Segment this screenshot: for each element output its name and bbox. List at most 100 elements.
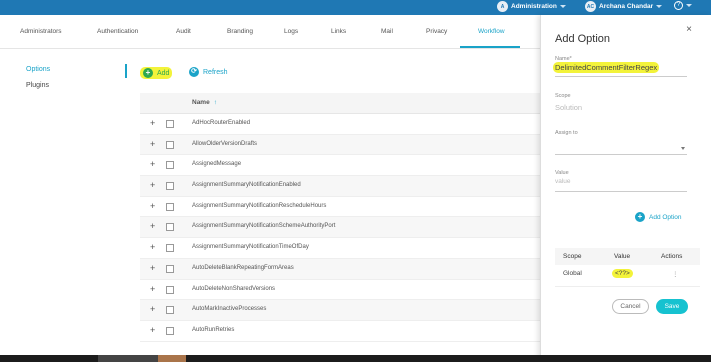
user-avatar: AC xyxy=(585,1,596,12)
row-checkbox[interactable] xyxy=(166,140,174,149)
row-name: AutoDeleteNonSharedVersions xyxy=(192,285,276,292)
actions-column-header: Actions xyxy=(661,253,683,260)
admin-avatar: A xyxy=(497,1,508,12)
add-option-button[interactable]: + Add Option xyxy=(635,212,682,222)
assign-to-label: Assign to xyxy=(555,130,578,136)
tab-authentication[interactable]: Authentication xyxy=(97,28,138,35)
table-row[interactable]: + AssignedMessage xyxy=(140,155,540,177)
expand-icon[interactable]: + xyxy=(150,119,155,128)
expand-icon[interactable]: + xyxy=(150,284,155,294)
add-option-label: Add Option xyxy=(649,213,682,221)
more-actions-icon[interactable]: ⋮ xyxy=(672,270,679,278)
row-name: AssignmentSummaryNotificationSchemeAutho… xyxy=(192,223,336,230)
table-row[interactable]: + AutoDeleteBlankRepeatingFormAreas xyxy=(140,258,540,280)
expand-icon[interactable]: + xyxy=(150,243,155,252)
expand-icon[interactable]: + xyxy=(150,181,155,190)
add-label: Add xyxy=(157,69,170,77)
row-checkbox[interactable] xyxy=(166,306,174,315)
help-menu[interactable]: ? xyxy=(674,1,692,10)
row-checkbox[interactable] xyxy=(166,264,174,273)
save-button[interactable]: Save xyxy=(656,299,688,314)
sort-asc-icon: ↑ xyxy=(213,99,217,106)
row-name: AssignmentSummaryNotificationRescheduleH… xyxy=(192,202,327,209)
refresh-button[interactable]: ⟳ Refresh xyxy=(189,67,228,77)
expand-icon[interactable]: + xyxy=(150,325,155,335)
tab-mail[interactable]: Mail xyxy=(381,28,393,35)
refresh-label: Refresh xyxy=(203,68,228,76)
row-checkbox[interactable] xyxy=(166,326,174,335)
user-menu[interactable]: AC Archana Chandar xyxy=(585,1,663,12)
table-row[interactable]: + AssignmentSummaryNotificationEnabled xyxy=(140,176,540,197)
plus-circle-icon: + xyxy=(635,212,645,222)
tab-privacy[interactable]: Privacy xyxy=(426,28,447,35)
bottom-bar xyxy=(0,355,711,362)
value-column-header: Value xyxy=(614,253,631,260)
tab-logs[interactable]: Logs xyxy=(284,28,298,35)
admin-menu[interactable]: A Administration xyxy=(497,1,566,12)
row-name: AssignmentSummaryNotificationTimeOfDay xyxy=(192,244,309,251)
refresh-icon: ⟳ xyxy=(189,67,199,77)
active-tab-indicator xyxy=(460,46,520,48)
close-icon[interactable]: × xyxy=(686,24,692,35)
add-button[interactable]: + Add xyxy=(140,67,173,79)
table-row[interactable]: + AutoRunRetries xyxy=(140,321,540,342)
row-name: AssignmentSummaryNotificationEnabled xyxy=(192,182,301,189)
row-name: AutoDeleteBlankRepeatingFormAreas xyxy=(192,264,294,271)
name-field[interactable]: DelimitedCommentFilterRegex xyxy=(553,62,660,73)
chevron-down-icon[interactable] xyxy=(681,147,685,150)
row-checkbox[interactable] xyxy=(166,161,174,170)
table-row[interactable]: + AllowOlderVersionDrafts xyxy=(140,134,540,156)
expand-icon[interactable]: + xyxy=(150,201,155,211)
expand-icon[interactable]: + xyxy=(150,160,155,169)
chevron-down-icon xyxy=(686,4,692,7)
row-checkbox[interactable] xyxy=(166,223,174,232)
tab-branding[interactable]: Branding xyxy=(227,28,253,35)
expand-icon[interactable]: + xyxy=(150,305,155,314)
admin-label: Administration xyxy=(511,3,557,10)
grid-header: Name ↑ xyxy=(140,93,540,114)
table-row[interactable]: + AssignmentSummaryNotificationReschedule… xyxy=(140,197,540,218)
row-checkbox[interactable] xyxy=(166,182,174,191)
table-row[interactable]: + AssignmentSummaryNotificationTimeOfDay xyxy=(140,238,540,259)
row-scope: Global xyxy=(563,270,582,277)
bottom-bar-segment xyxy=(98,355,158,362)
value-field-label: Value xyxy=(555,170,569,176)
tab-workflow[interactable]: Workflow xyxy=(478,28,505,35)
table-row[interactable]: + AdHocRouterEnabled xyxy=(140,114,540,135)
expand-icon[interactable]: + xyxy=(150,222,155,231)
scope-field: Solution xyxy=(555,103,583,112)
row-name: AllowOlderVersionDrafts xyxy=(192,140,258,147)
tab-administrators[interactable]: Administrators xyxy=(20,28,62,35)
expand-icon[interactable]: + xyxy=(150,139,155,149)
tab-audit[interactable]: Audit xyxy=(176,28,191,35)
expand-icon[interactable]: + xyxy=(150,263,155,273)
row-checkbox[interactable] xyxy=(166,120,174,128)
row-checkbox[interactable] xyxy=(166,202,174,211)
top-bar: A Administration AC Archana Chandar ? xyxy=(0,0,711,15)
row-checkbox[interactable] xyxy=(166,244,174,253)
table-row[interactable]: + AutoMarkInactiveProcesses xyxy=(140,300,540,321)
value-field-underline xyxy=(555,191,687,192)
assign-to-select[interactable] xyxy=(555,154,687,155)
value-field[interactable]: value xyxy=(555,178,571,185)
sidebar-item-plugins[interactable]: Plugins xyxy=(26,82,49,89)
bottom-bar-segment xyxy=(158,355,186,362)
row-name: AssignedMessage xyxy=(192,161,242,168)
tab-links[interactable]: Links xyxy=(331,28,346,35)
sidebar-item-options[interactable]: Options xyxy=(26,66,50,73)
option-value-row: Global <??> ⋮ xyxy=(555,265,700,287)
name-field-underline xyxy=(555,76,687,77)
table-row[interactable]: + AssignmentSummaryNotificationSchemeAuth… xyxy=(140,217,540,239)
panel-title: Add Option xyxy=(555,33,611,45)
row-checkbox[interactable] xyxy=(166,285,174,294)
row-name: AdHocRouterEnabled xyxy=(192,120,251,126)
name-column-header[interactable]: Name ↑ xyxy=(192,99,217,106)
row-name: AutoRunRetries xyxy=(192,326,235,333)
sidebar-active-indicator xyxy=(125,64,127,78)
user-name: Archana Chandar xyxy=(599,3,654,10)
add-option-panel: Add Option × Name* DelimitedCommentFilte… xyxy=(540,15,711,362)
cancel-button[interactable]: Cancel xyxy=(612,299,649,314)
help-icon: ? xyxy=(674,1,683,10)
table-row[interactable]: + AutoDeleteNonSharedVersions xyxy=(140,280,540,301)
tab-bar: Administrators Authentication Audit Bran… xyxy=(0,15,540,49)
